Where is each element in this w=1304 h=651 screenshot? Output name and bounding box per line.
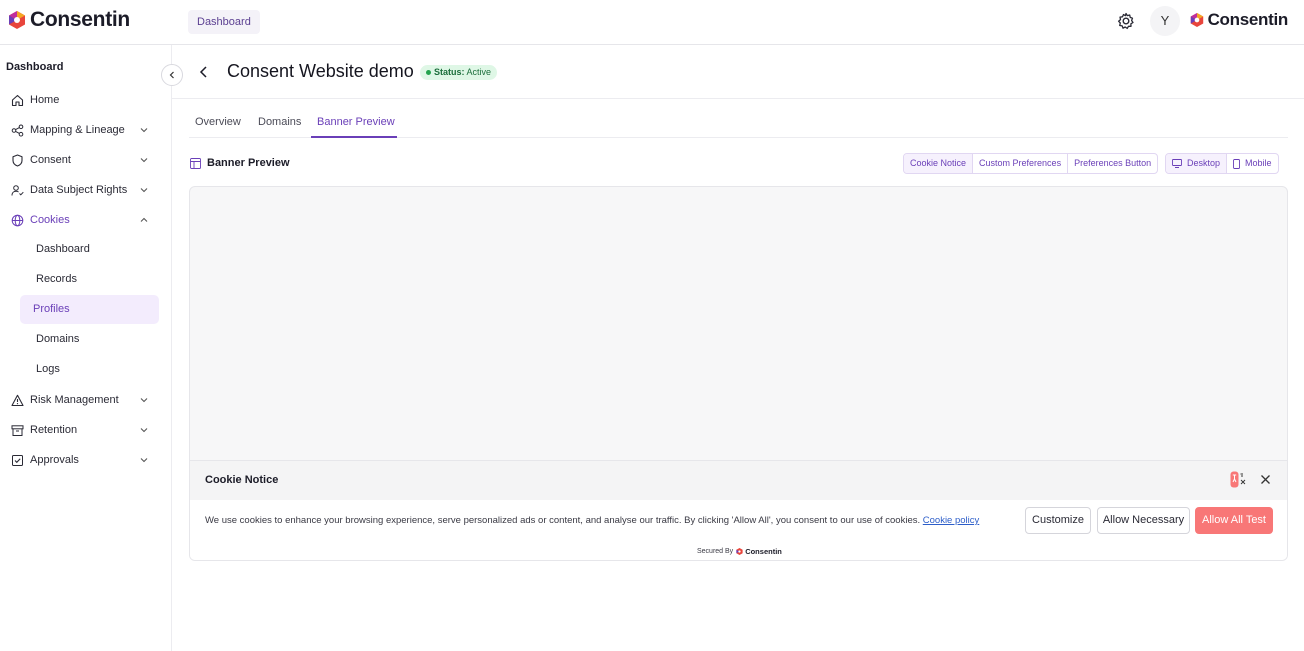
- device-selector: Desktop Mobile: [1165, 153, 1279, 174]
- secured-by-label: Secured By: [697, 548, 734, 555]
- layout-icon: [190, 158, 201, 169]
- sidebar-item-label: Mapping & Lineage: [30, 124, 125, 136]
- sidebar-item-mapping[interactable]: Mapping & Lineage: [0, 115, 172, 145]
- sidebar-item-approvals[interactable]: Approvals: [0, 445, 172, 475]
- sidebar-item-label: Approvals: [30, 454, 79, 466]
- chevron-down-icon: [140, 188, 148, 193]
- chevron-down-icon: [140, 458, 148, 463]
- cookie-banner: Cookie Notice We use cookies to enhance …: [190, 460, 1287, 560]
- cookie-policy-link[interactable]: Cookie policy: [923, 515, 980, 526]
- status-badge: Status: Active: [420, 65, 498, 80]
- avatar[interactable]: Y: [1150, 6, 1180, 36]
- chevron-up-icon: [140, 217, 148, 222]
- sidebar-item-consent[interactable]: Consent: [0, 145, 172, 175]
- back-arrow-icon[interactable]: [198, 65, 210, 79]
- device-option-mobile[interactable]: Mobile: [1226, 154, 1278, 173]
- consentin-logo-icon: [736, 548, 743, 555]
- sidebar-item-cookies[interactable]: Cookies: [0, 205, 172, 235]
- chevron-down-icon: [140, 128, 148, 133]
- sidebar: Dashboard Home Mapping & Lineage Consent…: [0, 45, 172, 651]
- cookie-banner-body: We use cookies to enhance your browsing …: [190, 500, 1287, 560]
- cookie-banner-title: Cookie Notice: [205, 474, 279, 486]
- tab-banner-preview[interactable]: Banner Preview: [317, 116, 395, 128]
- user-check-icon: [11, 184, 24, 196]
- globe-icon: [11, 214, 24, 226]
- monitor-icon: [1172, 159, 1182, 168]
- app-logo-text: Consentin: [30, 8, 130, 31]
- sidebar-subitem-domains[interactable]: Domains: [20, 325, 159, 354]
- tab-overview[interactable]: Overview: [195, 116, 241, 128]
- section-title: Banner Preview: [207, 157, 290, 169]
- mobile-icon: [1233, 158, 1240, 169]
- allow-all-button[interactable]: Allow All Test: [1195, 507, 1273, 534]
- preview-frame: Cookie Notice We use cookies to enhance …: [189, 186, 1288, 561]
- sidebar-item-home[interactable]: Home: [0, 85, 172, 115]
- sidebar-item-risk-management[interactable]: Risk Management: [0, 385, 172, 415]
- secured-by-footer: Secured By Consentin: [697, 547, 782, 556]
- view-selector: Cookie Notice Custom Preferences Prefere…: [903, 153, 1159, 174]
- device-option-desktop[interactable]: Desktop: [1166, 154, 1227, 173]
- org-logo: Consentin: [1190, 10, 1288, 30]
- chevron-down-icon: [140, 398, 148, 403]
- sidebar-item-label: Data Subject Rights: [30, 184, 128, 196]
- sidebar-subitem-records[interactable]: Records: [20, 265, 159, 294]
- consentin-logo-icon: [1190, 13, 1203, 27]
- view-option-cookie-notice[interactable]: Cookie Notice: [904, 154, 973, 173]
- sidebar-item-label: Retention: [30, 424, 78, 436]
- chevron-left-icon: [169, 71, 174, 79]
- language-icon[interactable]: [1230, 471, 1248, 488]
- sidebar-title: Dashboard: [6, 61, 64, 73]
- sidebar-item-retention[interactable]: Retention: [0, 415, 172, 445]
- tabs-bar: Overview Domains Banner Preview: [189, 109, 1288, 138]
- sidebar-item-label: Home: [30, 94, 60, 106]
- chevron-down-icon: [140, 158, 148, 163]
- device-option-label: Mobile: [1245, 158, 1272, 168]
- sidebar-subitem-logs[interactable]: Logs: [20, 355, 159, 384]
- app-logo[interactable]: Consentin: [8, 8, 130, 32]
- sidebar-item-label: Consent: [30, 154, 71, 166]
- sidebar-item-data-subject-rights[interactable]: Data Subject Rights: [0, 175, 172, 205]
- view-option-custom-preferences[interactable]: Custom Preferences: [972, 154, 1067, 173]
- top-tab-dashboard[interactable]: Dashboard: [188, 10, 260, 34]
- archive-icon: [11, 424, 24, 436]
- device-option-label: Desktop: [1187, 158, 1221, 168]
- warning-icon: [11, 394, 24, 406]
- checkbox-icon: [12, 454, 23, 466]
- status-value: Active: [466, 67, 492, 77]
- view-option-preferences-button[interactable]: Preferences Button: [1067, 154, 1157, 173]
- close-icon[interactable]: [1259, 473, 1272, 486]
- cookie-banner-text: We use cookies to enhance your browsing …: [205, 515, 921, 526]
- allow-necessary-button[interactable]: Allow Necessary: [1097, 507, 1190, 534]
- home-icon: [11, 94, 24, 106]
- secured-by-brand: Consentin: [745, 547, 782, 556]
- sidebar-item-label: Risk Management: [30, 394, 119, 406]
- share-nodes-icon: [11, 124, 24, 136]
- page-header: Consent Website demo Status: Active: [172, 45, 1304, 99]
- cookie-banner-message: We use cookies to enhance your browsing …: [205, 515, 979, 526]
- shield-icon: [12, 153, 23, 167]
- status-label: Status:: [434, 67, 465, 77]
- sidebar-collapse-button[interactable]: [161, 64, 183, 86]
- consentin-logo-icon: [9, 11, 25, 29]
- active-tab-indicator: [311, 136, 397, 138]
- gear-icon[interactable]: [1116, 11, 1136, 31]
- customize-button[interactable]: Customize: [1025, 507, 1091, 534]
- sidebar-item-label: Cookies: [30, 214, 70, 226]
- top-bar: Consentin Dashboard Y Consentin: [0, 0, 1304, 45]
- sidebar-subitem-dashboard[interactable]: Dashboard: [20, 235, 159, 264]
- chevron-down-icon: [140, 428, 148, 433]
- sidebar-subitem-profiles[interactable]: Profiles: [20, 295, 159, 324]
- tab-domains[interactable]: Domains: [258, 116, 301, 128]
- page-title: Consent Website demo: [227, 61, 414, 81]
- cookie-banner-header: Cookie Notice: [190, 461, 1287, 500]
- org-logo-text: Consentin: [1207, 10, 1289, 29]
